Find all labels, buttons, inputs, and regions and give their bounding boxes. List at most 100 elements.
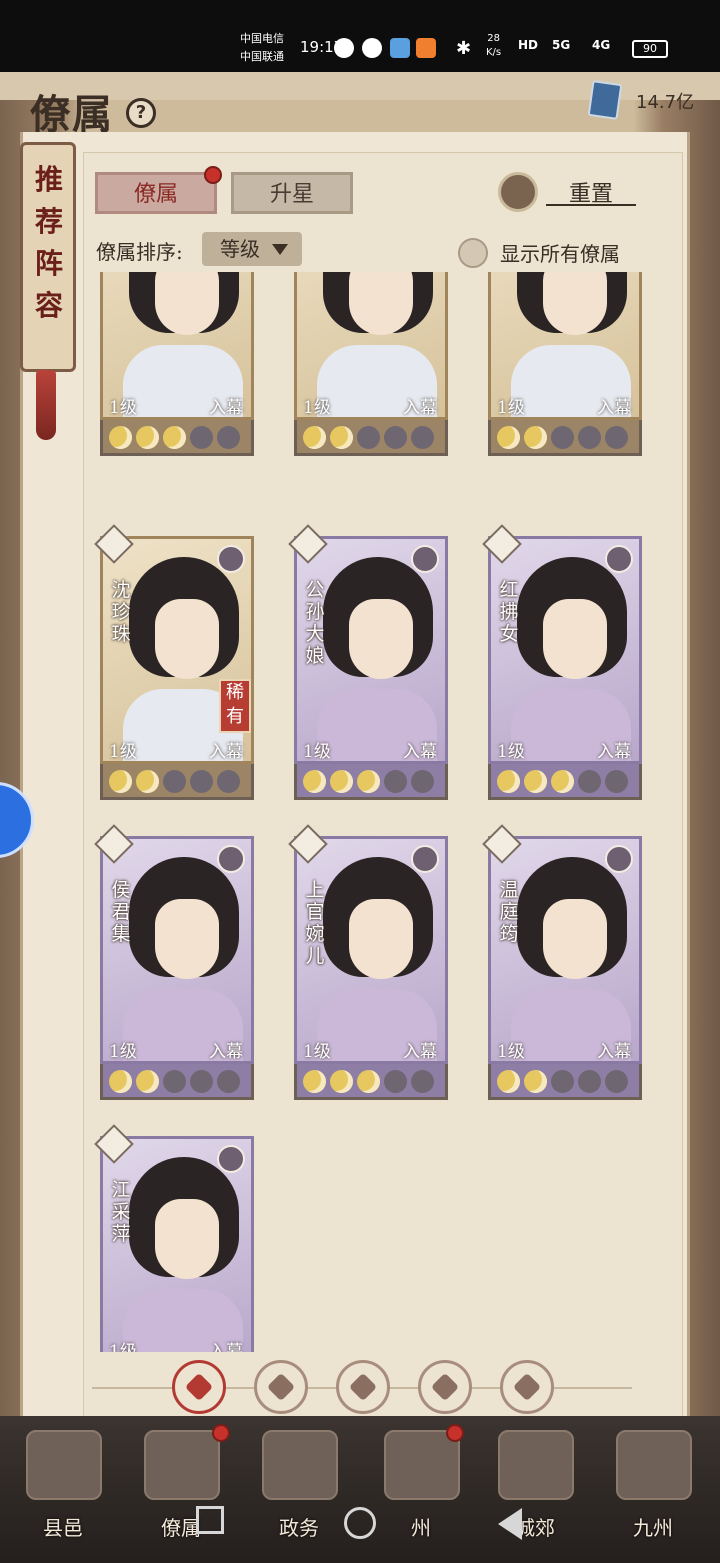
carrier-2: 中国联通 (240, 50, 284, 63)
subordinate-card[interactable]: 上官婉儿 1级 入幕 (288, 824, 448, 1130)
card-level: 1级 (109, 742, 137, 762)
filter-all-icon[interactable] (172, 1360, 226, 1414)
portrait-image: 红拂女 1级 入幕 (488, 536, 642, 764)
card-level: 1级 (109, 398, 137, 418)
tab-subordinates[interactable]: 僚属 (95, 172, 217, 214)
subordinates-icon (144, 1430, 220, 1500)
empty-star-icon (217, 426, 240, 449)
show-all-checkbox[interactable] (458, 238, 488, 268)
nav-suburbs[interactable]: 城郊 (480, 1430, 590, 1550)
empty-star-icon (578, 1070, 601, 1093)
empty-star-icon (578, 770, 601, 793)
empty-star-icon (411, 770, 434, 793)
nav-label: 县邑 (43, 1516, 83, 1540)
nav-label: 城郊 (515, 1516, 555, 1540)
empty-star-icon (357, 426, 380, 449)
card-status: 入幕 (403, 398, 437, 418)
moon-star-icon (303, 770, 326, 793)
moon-star-icon (330, 1070, 353, 1093)
moon-star-icon (109, 1070, 132, 1093)
county-icon (26, 1430, 102, 1500)
show-all-label: 显示所有僚属 (500, 242, 620, 266)
moon-star-icon (524, 426, 547, 449)
portrait-face (155, 899, 219, 979)
portrait-image: 王1级入幕 (294, 272, 448, 420)
filter-glyph (184, 1372, 214, 1402)
currency-display[interactable]: 14.7亿 (587, 80, 710, 120)
moon-star-icon (357, 1070, 380, 1093)
card-level: 1级 (303, 398, 331, 418)
nav-affairs[interactable]: 政务 (244, 1430, 354, 1550)
star-rating (488, 764, 642, 800)
reset-icon[interactable] (498, 172, 538, 212)
nav-prefecture[interactable]: 州 (366, 1424, 476, 1550)
hd-indicator: HD (518, 38, 539, 52)
subordinate-card[interactable]: 王1级入幕 (294, 272, 448, 486)
nine-provinces-icon (616, 1430, 692, 1500)
nav-nine-provinces[interactable]: 九州 (598, 1430, 708, 1550)
moon-star-icon (163, 426, 186, 449)
card-level: 1级 (303, 742, 331, 762)
back-button[interactable] (498, 1508, 522, 1540)
subordinate-card[interactable]: 温庭筠 1级 入幕 (482, 824, 642, 1130)
home-button[interactable] (344, 1507, 376, 1539)
specialty-icon (605, 845, 633, 873)
empty-star-icon (411, 1070, 434, 1093)
chevron-down-icon (272, 244, 288, 255)
card-status: 入幕 (209, 1042, 243, 1062)
specialty-icon (411, 845, 439, 873)
reset-button[interactable]: 重置 (546, 176, 636, 207)
subordinate-card[interactable]: 德1级入幕 (100, 272, 254, 486)
tab-star-up[interactable]: 升星 (231, 172, 353, 214)
subordinate-card[interactable]: 红拂女 1级 入幕 (482, 524, 642, 830)
filter-artist-icon[interactable] (418, 1360, 472, 1414)
star-rating (100, 420, 254, 456)
card-name: 红拂女 (499, 579, 519, 645)
affairs-icon (262, 1430, 338, 1500)
5g-signal: 5G (552, 38, 571, 52)
filter-scholar-icon[interactable] (336, 1360, 390, 1414)
notification-dot (446, 1424, 464, 1442)
network-speed-unit: K/s (486, 47, 502, 58)
sort-dropdown[interactable]: 等级 (202, 232, 302, 266)
filter-official-icon[interactable] (254, 1360, 308, 1414)
subordinate-card[interactable]: 沈珍珠 稀有 1级 入幕 (94, 524, 254, 830)
moon-star-icon (497, 770, 520, 793)
card-level: 1级 (497, 742, 525, 762)
star-rating (488, 1064, 642, 1100)
nav-county[interactable]: 县邑 (8, 1430, 118, 1550)
card-name: 侯君集 (111, 879, 131, 945)
card-level: 1级 (303, 1042, 331, 1062)
nav-label: 州 (411, 1516, 431, 1540)
battery-indicator: 90 (632, 40, 668, 58)
filter-warrior-icon[interactable] (500, 1360, 554, 1414)
card-name: 公孙大娘 (305, 579, 325, 667)
subordinate-card[interactable]: 江采萍 1级 入幕 (94, 1124, 254, 1352)
bluetooth-icon: ✱ (456, 38, 472, 59)
sort-label: 僚属排序: (96, 240, 183, 264)
empty-star-icon (217, 770, 240, 793)
specialty-icon (217, 1145, 245, 1173)
specialty-icon (217, 545, 245, 573)
card-level: 1级 (497, 398, 525, 418)
empty-star-icon (605, 770, 628, 793)
notification-dot (204, 166, 222, 184)
bottom-navigation: 县邑 僚属 政务 州 城郊 九州 (0, 1416, 720, 1563)
4g-signal: 4G (592, 38, 611, 52)
subordinate-card[interactable]: 侯君集 1级 入幕 (94, 824, 254, 1130)
card-level: 1级 (109, 1342, 137, 1352)
moon-star-icon (524, 770, 547, 793)
help-icon[interactable]: ? (126, 98, 156, 128)
portrait-face (543, 272, 607, 335)
portrait-image: 沈珍珠 稀有 1级 入幕 (100, 536, 254, 764)
subordinate-card[interactable]: 1级 入幕 (488, 272, 642, 486)
portrait-image: 温庭筠 1级 入幕 (488, 836, 642, 1064)
card-status: 入幕 (209, 1342, 243, 1352)
portrait-image: 江采萍 1级 入幕 (100, 1136, 254, 1352)
subordinate-card[interactable]: 公孙大娘 1级 入幕 (288, 524, 448, 830)
card-status: 入幕 (209, 398, 243, 418)
card-status: 入幕 (403, 1042, 437, 1062)
filter-bar (92, 1360, 632, 1416)
recent-apps-button[interactable] (196, 1506, 224, 1534)
portrait-image: 德1级入幕 (100, 272, 254, 420)
